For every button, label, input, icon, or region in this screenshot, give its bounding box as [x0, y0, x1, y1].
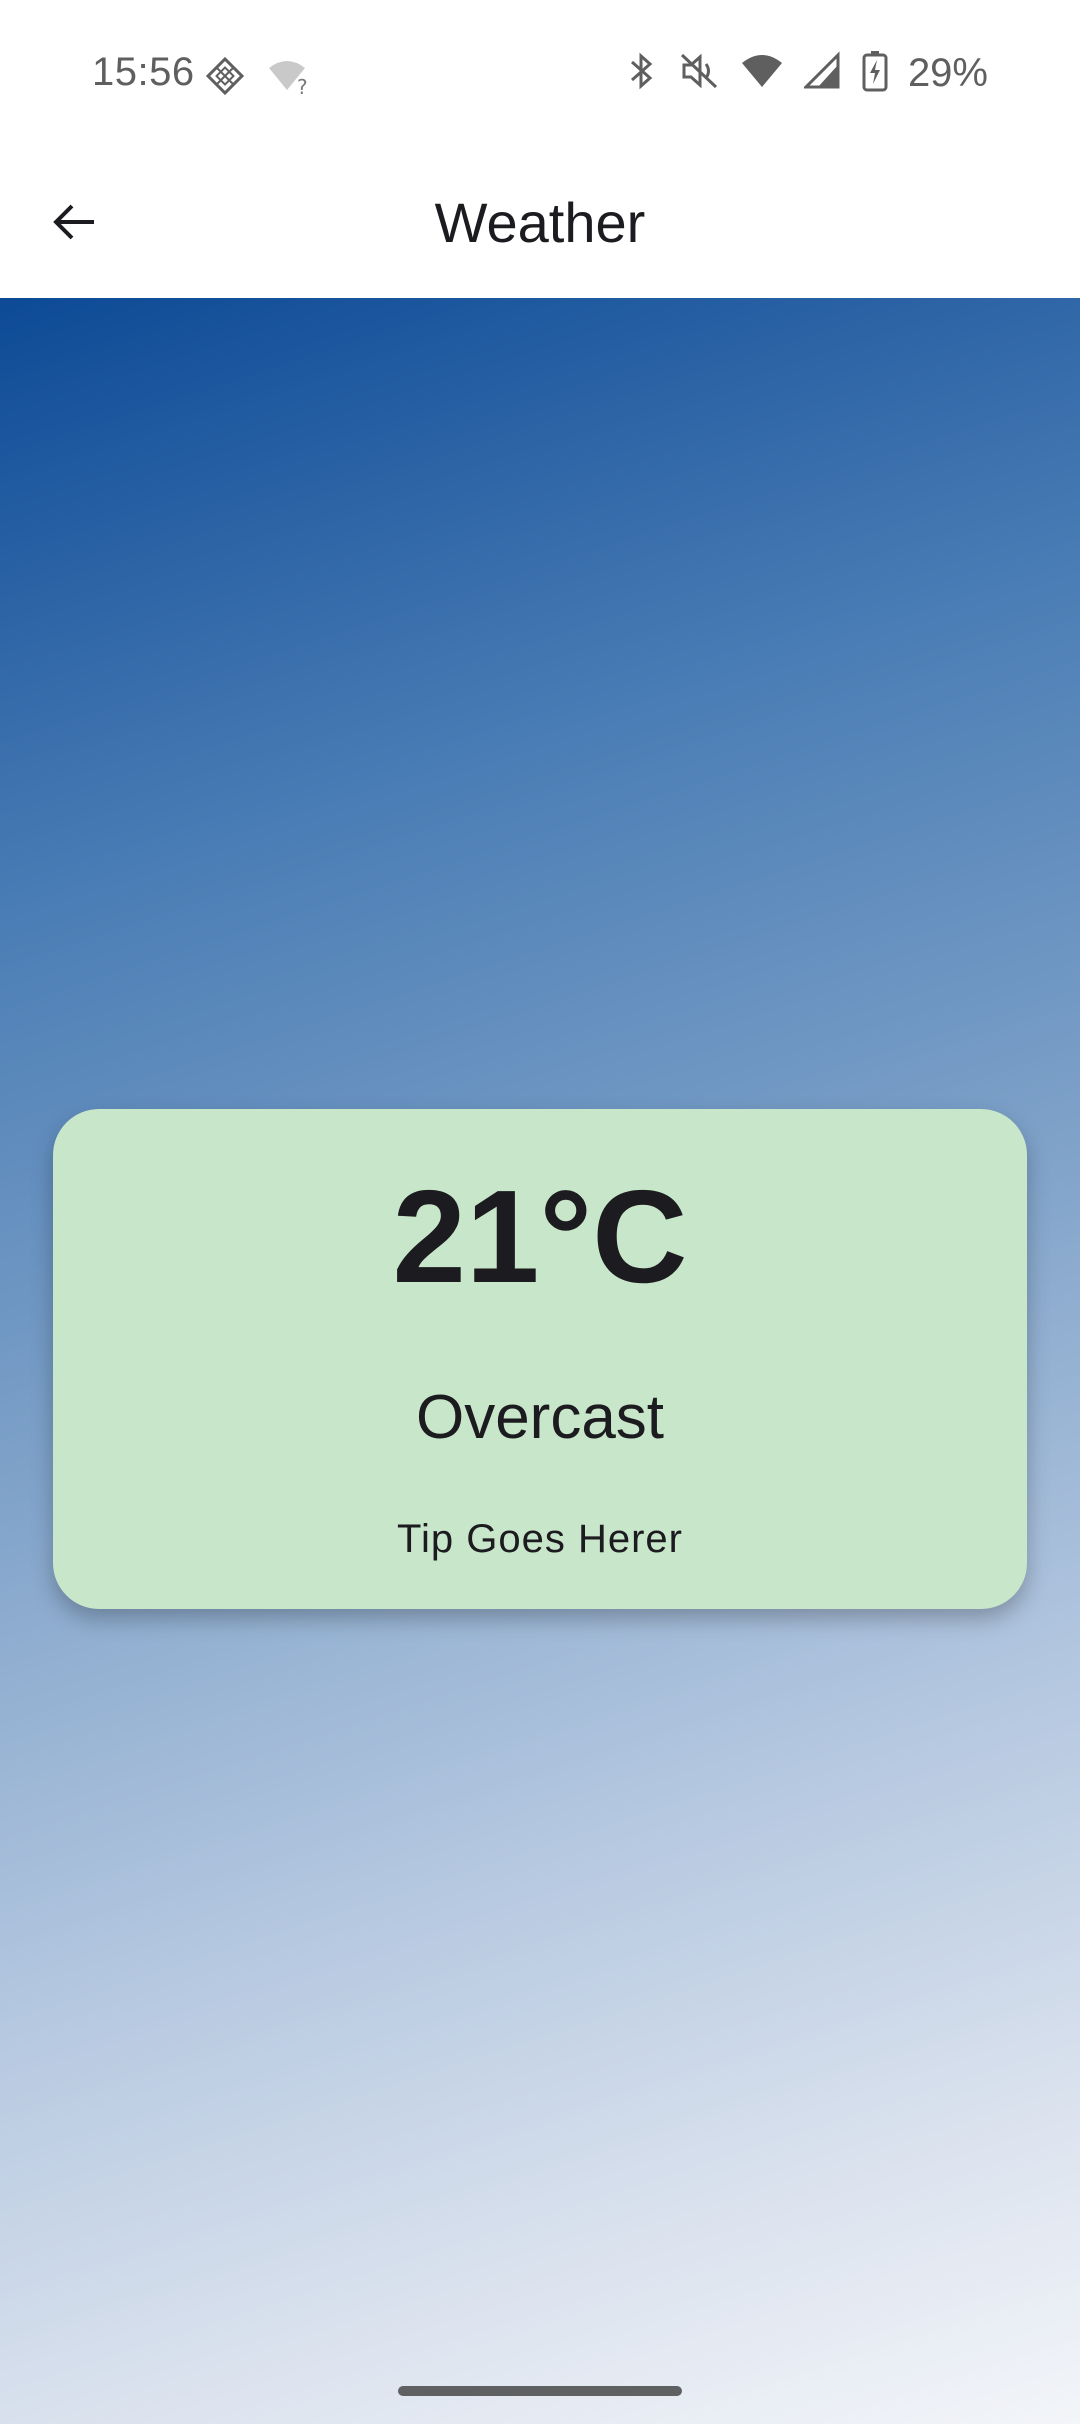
- weather-card: 21°C Overcast Tip Goes Herer: [53, 1109, 1027, 1609]
- temperature-text: 21°C: [392, 1163, 688, 1310]
- status-bar: 15:56 ? 29%: [0, 0, 1080, 150]
- app-bar: Weather: [0, 150, 1080, 298]
- battery-percent: 29%: [907, 51, 988, 95]
- tip-text: Tip Goes Herer: [397, 1517, 683, 1561]
- home-indicator[interactable]: [398, 2386, 682, 2396]
- wifi-unknown-icon: ?: [267, 56, 311, 101]
- svg-text:?: ?: [297, 75, 308, 96]
- weather-background: 21°C Overcast Tip Goes Herer: [0, 298, 1080, 2424]
- battery-charging-icon: [862, 50, 888, 97]
- screen: 15:56 ? 29% Weather 21°C Overcast Tip Go…: [0, 0, 1080, 2424]
- status-time: 15:56: [92, 50, 195, 94]
- sim-diamond-icon: [205, 56, 245, 101]
- condition-text: Overcast: [415, 1383, 665, 1452]
- page-title: Weather: [434, 191, 646, 254]
- wifi-icon: [740, 51, 784, 96]
- signal-icon: [802, 51, 842, 96]
- mute-icon: [678, 51, 720, 96]
- status-left-icons: ?: [205, 56, 311, 101]
- bluetooth-icon: [624, 51, 658, 96]
- status-right-icons: 29%: [624, 50, 988, 97]
